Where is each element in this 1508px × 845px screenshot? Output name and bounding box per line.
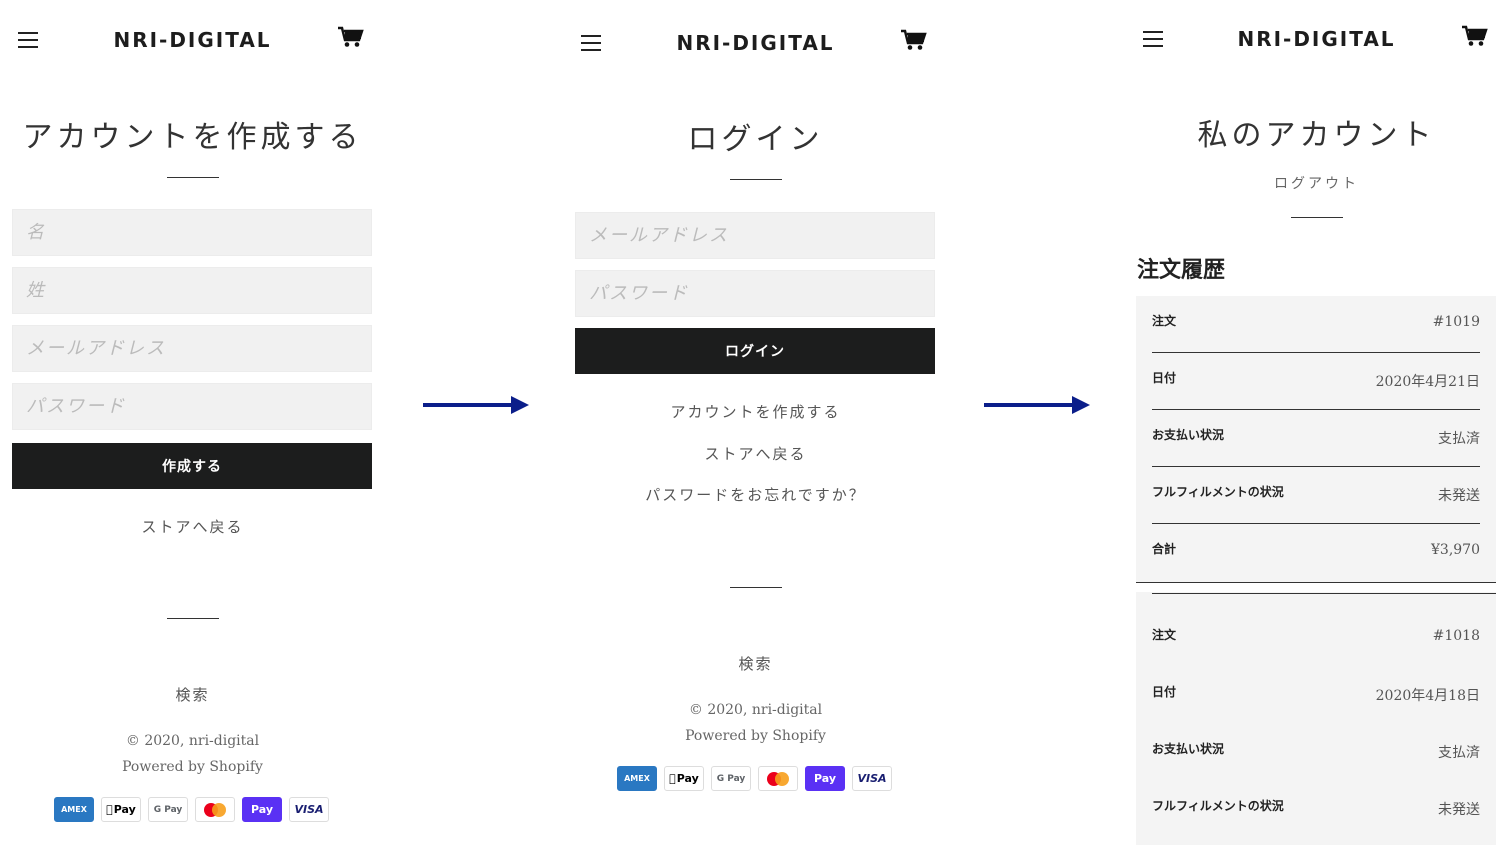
login-screen: NRI-DIGITAL ログイン ログイン アカウントを作成する ストアへ戻る … <box>563 0 948 845</box>
amex-icon: AMEX <box>617 766 657 791</box>
amex-icon: AMEX <box>54 797 94 822</box>
order-top-divider <box>1152 593 1496 594</box>
site-header: NRI-DIGITAL <box>0 20 385 70</box>
payment-status-value: 支払済 <box>1438 431 1480 447</box>
fulfillment-status-label: フルフィルメントの状況 <box>1152 485 1284 499</box>
payment-icons: AMEX Pay G Pay Pay VISA <box>54 797 329 822</box>
forgot-password-link[interactable]: パスワードをお忘れですか？ <box>563 484 948 505</box>
back-to-store-link[interactable]: ストアへ戻る <box>0 516 385 537</box>
cart-icon[interactable] <box>1462 25 1488 47</box>
site-logo[interactable]: NRI-DIGITAL <box>0 28 385 52</box>
site-logo[interactable]: NRI-DIGITAL <box>563 31 948 55</box>
page-title: 私のアカウント <box>1197 118 1436 153</box>
payment-status-row: お支払い状況 支払済 <box>1152 724 1480 780</box>
order-history-heading: 注文履歴 <box>1137 258 1226 283</box>
date-label: 日付 <box>1152 685 1177 699</box>
fulfillment-status-label: フルフィルメントの状況 <box>1152 799 1284 813</box>
password-input[interactable] <box>12 383 372 430</box>
payment-label: G Pay <box>153 804 183 815</box>
payment-icons: AMEX Pay G Pay Pay VISA <box>617 766 892 791</box>
order-row: 注文 #1019 <box>1152 296 1480 353</box>
total-label: 合計 <box>1152 542 1177 556</box>
title-divider <box>167 177 219 178</box>
order-card-1019: 注文 #1019 日付 2020年4月21日 お支払い状況 支払済 フルフィルメ… <box>1136 296 1496 583</box>
shop-pay-icon: Pay <box>805 766 845 791</box>
login-button[interactable]: ログイン <box>575 328 935 374</box>
payment-status-label: お支払い状況 <box>1152 428 1225 442</box>
payment-label: VISA <box>857 772 887 785</box>
payment-status-row: お支払い状況 支払済 <box>1152 410 1480 467</box>
register-screen: NRI-DIGITAL アカウントを作成する 作成する ストアへ戻る 検索 © … <box>0 0 385 845</box>
footer-divider <box>730 587 782 588</box>
arrow-right-icon <box>423 396 529 414</box>
order-divider <box>1136 582 1496 583</box>
mastercard-icon <box>195 797 235 822</box>
fulfillment-status-row: フルフィルメントの状況 未発送 <box>1152 467 1480 524</box>
payment-label: Pay <box>673 772 699 785</box>
title-divider <box>730 179 782 180</box>
password-input[interactable] <box>575 270 935 317</box>
fulfillment-status-value: 未発送 <box>1438 802 1480 818</box>
first-name-input[interactable] <box>12 209 372 256</box>
email-input[interactable] <box>12 325 372 372</box>
date-value: 2020年4月18日 <box>1375 688 1480 704</box>
payment-label: Pay <box>813 772 837 785</box>
payment-status-label: お支払い状況 <box>1152 742 1225 756</box>
google-pay-icon: G Pay <box>711 766 751 791</box>
cart-icon[interactable] <box>338 26 364 48</box>
email-input[interactable] <box>575 212 935 259</box>
apple-pay-icon: Pay <box>101 797 141 822</box>
cart-icon[interactable] <box>901 29 927 51</box>
payment-label: AMEX <box>61 805 87 814</box>
powered-by-link[interactable]: Powered by Shopify <box>0 759 385 775</box>
logout-link[interactable]: ログアウト <box>1125 173 1508 193</box>
site-logo[interactable]: NRI-DIGITAL <box>1125 27 1508 51</box>
back-to-store-link[interactable]: ストアへ戻る <box>563 443 948 464</box>
order-row: 注文 #1018 <box>1152 610 1480 666</box>
page-title: ログイン <box>687 122 824 157</box>
total-row: 合計 ¥3,970 <box>1152 524 1480 580</box>
create-account-button[interactable]: 作成する <box>12 443 372 489</box>
date-row: 日付 2020年4月18日 <box>1152 667 1480 723</box>
order-label: 注文 <box>1152 314 1177 328</box>
payment-label: G Pay <box>716 773 746 784</box>
visa-icon: VISA <box>289 797 329 822</box>
date-label: 日付 <box>1152 371 1177 385</box>
powered-by-link[interactable]: Powered by Shopify <box>563 728 948 744</box>
title-divider <box>1291 217 1343 218</box>
copyright-text: © 2020, nri-digital <box>125 733 260 749</box>
payment-label: VISA <box>294 803 324 816</box>
total-value: ¥3,970 <box>1431 542 1480 558</box>
google-pay-icon: G Pay <box>148 797 188 822</box>
last-name-input[interactable] <box>12 267 372 314</box>
date-value: 2020年4月21日 <box>1375 374 1480 390</box>
payment-label: Pay <box>110 803 136 816</box>
apple-pay-icon: Pay <box>664 766 704 791</box>
order-number-link[interactable]: #1018 <box>1433 628 1480 644</box>
page-title: アカウントを作成する <box>22 120 363 155</box>
arrow-right-icon <box>984 396 1090 414</box>
account-screen: NRI-DIGITAL 私のアカウント ログアウト 注文履歴 注文 #1019 … <box>1125 0 1508 845</box>
search-link[interactable]: 検索 <box>0 684 385 705</box>
site-header: NRI-DIGITAL <box>563 23 948 73</box>
payment-label: AMEX <box>624 774 650 783</box>
fulfillment-status-row: フルフィルメントの状況 未発送 <box>1152 781 1480 837</box>
payment-status-value: 支払済 <box>1438 745 1480 761</box>
copyright-text: © 2020, nri-digital <box>688 702 823 718</box>
footer-divider <box>167 618 219 619</box>
order-card-1018: 注文 #1018 日付 2020年4月18日 お支払い状況 支払済 フルフィルメ… <box>1136 592 1496 845</box>
search-link[interactable]: 検索 <box>563 653 948 674</box>
mastercard-icon <box>758 766 798 791</box>
date-row: 日付 2020年4月21日 <box>1152 353 1480 410</box>
order-number-link[interactable]: #1019 <box>1433 314 1480 330</box>
visa-icon: VISA <box>852 766 892 791</box>
shop-pay-icon: Pay <box>242 797 282 822</box>
create-account-link[interactable]: アカウントを作成する <box>563 401 948 422</box>
order-label: 注文 <box>1152 628 1177 642</box>
payment-label: Pay <box>250 803 274 816</box>
fulfillment-status-value: 未発送 <box>1438 488 1480 504</box>
site-header: NRI-DIGITAL <box>1125 19 1508 69</box>
